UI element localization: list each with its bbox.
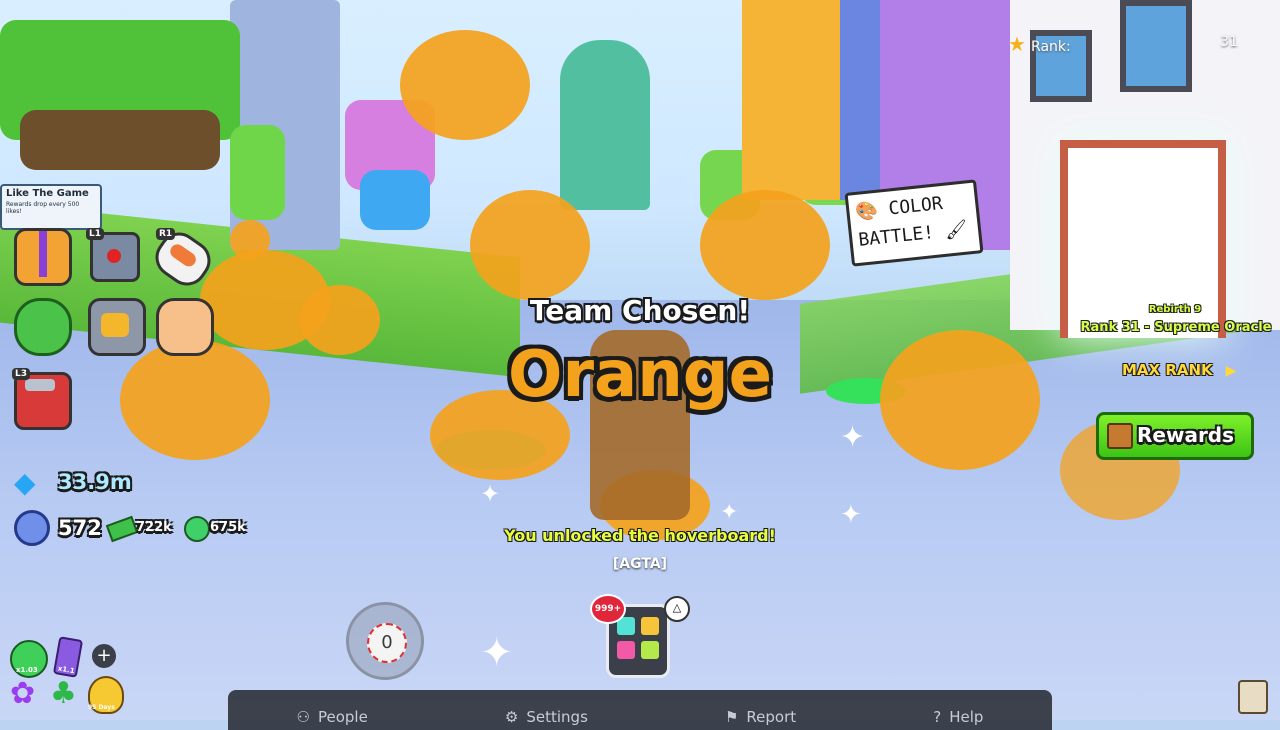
pet-face [101,313,129,337]
paint-splat [400,30,530,140]
help-label: Help [949,708,984,726]
bottom-menu-bar: ⚇ People ⚙ Settings ⚑ Report ? Help [228,690,1052,730]
sparkle: ✦ [840,420,866,455]
like-board: Like The Game Rewards drop every 500 lik… [0,184,102,230]
sparkle: ✦ [480,630,514,676]
r1-badge: R1 [156,228,176,240]
people-icon: ⚇ [296,708,310,726]
settings-label: Settings [526,708,588,726]
add-boost-button[interactable]: + [92,644,116,668]
paint-splat [230,220,270,260]
gear-icon: ⚙ [504,708,519,726]
color-battle-sign: 🎨 COLOR BATTLE! 🖌 [844,179,984,267]
diamond-currency: ◆ 33.9m [14,466,174,502]
player-tag: [AGTA] [612,556,668,572]
boost-1-multiplier: x1.03 [16,666,38,674]
shirt-icon [641,617,659,635]
basket-items [25,379,55,391]
tree [230,125,285,220]
green-cash-icon [105,515,139,543]
shirt-icon [617,641,635,659]
rewards-label: Rewards [1137,423,1235,447]
hoverboard-counter[interactable]: 0 [346,602,424,680]
paint-splat [700,190,830,300]
gem-orb-icon [14,510,50,546]
star-icon: ★ [1008,32,1026,56]
gem-currency: 572 722k 675k [14,508,264,548]
help-icon: ? [933,708,942,726]
notification-count: 999+ [594,604,622,614]
clover-boost-green[interactable]: ♣ [50,678,82,710]
brush-icon: 🖌 [943,218,969,242]
rank-label: Rank: [1031,39,1071,55]
shop-basket-icon[interactable] [14,372,72,430]
counter-value: 0 [381,632,393,653]
tree [360,170,430,230]
flag-icon: ⚑ [724,708,739,726]
people-button[interactable]: ⚇ People [297,708,368,726]
sign-line2: BATTLE! [857,222,936,251]
like-board-subtitle: Rewards drop every 500 likes! [6,201,80,215]
crate-icon [1107,423,1133,449]
pets-icon[interactable] [88,298,146,356]
l1-badge: L1 [86,228,104,240]
max-rank-label: MAX RANK [1122,361,1213,379]
rewards-button[interactable]: Rewards [1096,412,1254,460]
green-orb-amount: 675k [210,520,246,535]
max-rank-button[interactable]: MAX RANK ▶ [1110,360,1260,384]
l3-badge: L3 [12,368,30,380]
green-orb-icon [184,516,210,542]
report-button[interactable]: ⚑ Report [725,708,796,726]
boost-slot-1[interactable]: x1.03 [10,640,48,678]
settings-button[interactable]: ⚙ Settings [505,708,588,726]
gem-amount: 572 [58,516,102,540]
sign-line1: COLOR [887,192,944,220]
boost-2-multiplier: x1.1 [57,664,76,676]
people-label: People [317,708,368,726]
gift-ribbon [39,231,47,277]
diamond-amount: 33.9m [58,470,132,494]
paint-splat [470,190,590,300]
diamond-icon: ◆ [14,466,36,499]
green-cash-amount: 722k [136,520,172,535]
play-arrow-icon: ▶ [1225,363,1237,379]
rank-value: 31 [1220,34,1238,50]
counter-ring: 0 [367,623,407,663]
palette-icon: 🎨 [854,199,879,223]
plus-icon: + [96,645,112,666]
rank-title: Rank 31 - Supreme Oracle [1080,320,1272,335]
notification-badge: 999+ [590,594,626,624]
report-label: Report [746,708,797,726]
duck-boost[interactable]: 95 Days [88,676,124,714]
gift-icon[interactable] [14,228,72,286]
quest-scroll-icon[interactable] [1238,680,1268,714]
pointer-hand-icon[interactable] [156,298,214,356]
tree [560,40,650,210]
sparkle: ✦ [480,480,501,508]
help-button[interactable]: ? Help [933,708,983,726]
rank-display: ★ Rank: 31 [1008,32,1248,56]
duck-boost-duration: 95 Days [88,704,115,711]
record-dot [107,249,121,263]
sparkle: ✦ [720,500,739,525]
hoverboard-stripe [167,241,199,270]
shirt-icon [641,641,659,659]
clover-boost-purple[interactable]: ✿ [10,678,42,710]
tree [20,110,220,170]
like-board-title: Like The Game [6,188,89,199]
rebirth-label: Rebirth 9 [1148,304,1202,315]
triangle-button-icon: △ [664,596,690,622]
trade-icon[interactable] [14,298,72,356]
